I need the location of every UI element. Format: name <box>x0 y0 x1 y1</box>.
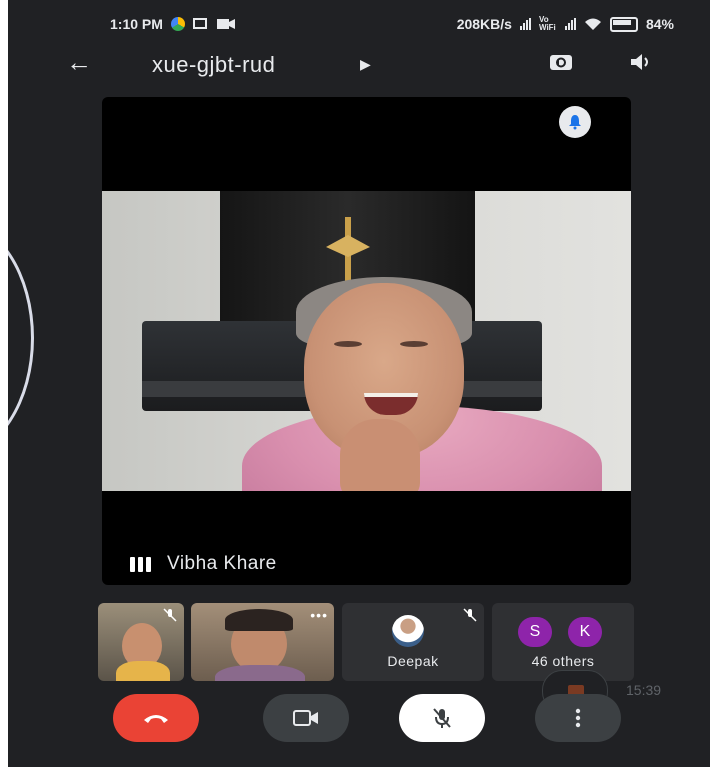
meeting-code[interactable]: xue-gjbt-rud <box>152 52 275 78</box>
vowifi-label: Vo WiFi <box>538 15 556 32</box>
camera-switch-icon[interactable] <box>548 50 574 74</box>
participant-count: 46 others <box>531 653 595 669</box>
avatar: K <box>568 617 602 647</box>
bell-icon <box>569 115 581 130</box>
speaker-icon[interactable] <box>628 50 654 74</box>
wifi-icon <box>584 18 601 30</box>
audio-level-icon <box>130 556 151 572</box>
end-call-icon <box>144 715 168 723</box>
camera-toggle-button[interactable] <box>263 694 349 742</box>
pin-button[interactable] <box>559 106 591 138</box>
meet-call-screen: 1:10 PM 208KB/s Vo WiFi 84% ← xue-gjbt-r… <box>8 0 710 767</box>
cast-icon <box>192 18 207 29</box>
signal-icon <box>519 18 531 30</box>
more-horizontal-icon[interactable]: ••• <box>310 607 328 623</box>
more-vertical-icon <box>575 708 581 728</box>
status-bar: 1:10 PM 208KB/s Vo WiFi 84% <box>8 12 710 38</box>
speaker-name: Vibha Khare <box>167 553 277 574</box>
signal-icon-2 <box>564 18 576 30</box>
meeting-details-caret-icon[interactable]: ▶ <box>360 56 371 73</box>
battery-level: 84% <box>645 16 674 32</box>
mic-off-icon <box>433 708 451 728</box>
network-speed: 208KB/s <box>456 16 512 32</box>
mic-off-icon <box>463 608 477 622</box>
participant-tile-deepak[interactable]: Deepak <box>342 603 484 681</box>
avatar: S <box>518 617 552 647</box>
video-camera-icon <box>293 710 318 726</box>
call-controls <box>8 694 710 746</box>
mic-off-icon <box>163 608 177 622</box>
back-arrow-icon[interactable]: ← <box>66 48 92 76</box>
battery-icon <box>609 16 638 32</box>
mic-toggle-button[interactable] <box>399 694 485 742</box>
app-notification-icon <box>170 17 185 31</box>
participant-tile[interactable]: ••• <box>191 603 334 681</box>
call-top-bar: ← xue-gjbt-rud ▶ <box>8 48 710 80</box>
watermark <box>8 220 34 456</box>
speaker-video <box>102 191 631 491</box>
more-options-button[interactable] <box>535 694 621 742</box>
avatar <box>392 615 424 647</box>
end-call-button[interactable] <box>113 694 199 742</box>
wall-decoration <box>326 217 370 285</box>
main-speaker-tile[interactable]: Vibha Khare <box>102 97 631 585</box>
video-recorder-icon <box>216 19 235 29</box>
status-time: 1:10 PM <box>110 16 163 32</box>
participant-name: Deepak <box>387 653 439 669</box>
participant-strip: ••• Deepak S K 46 others <box>8 603 710 681</box>
participant-tile[interactable] <box>98 603 184 681</box>
speaker-name-bar: Vibha Khare <box>130 553 277 575</box>
